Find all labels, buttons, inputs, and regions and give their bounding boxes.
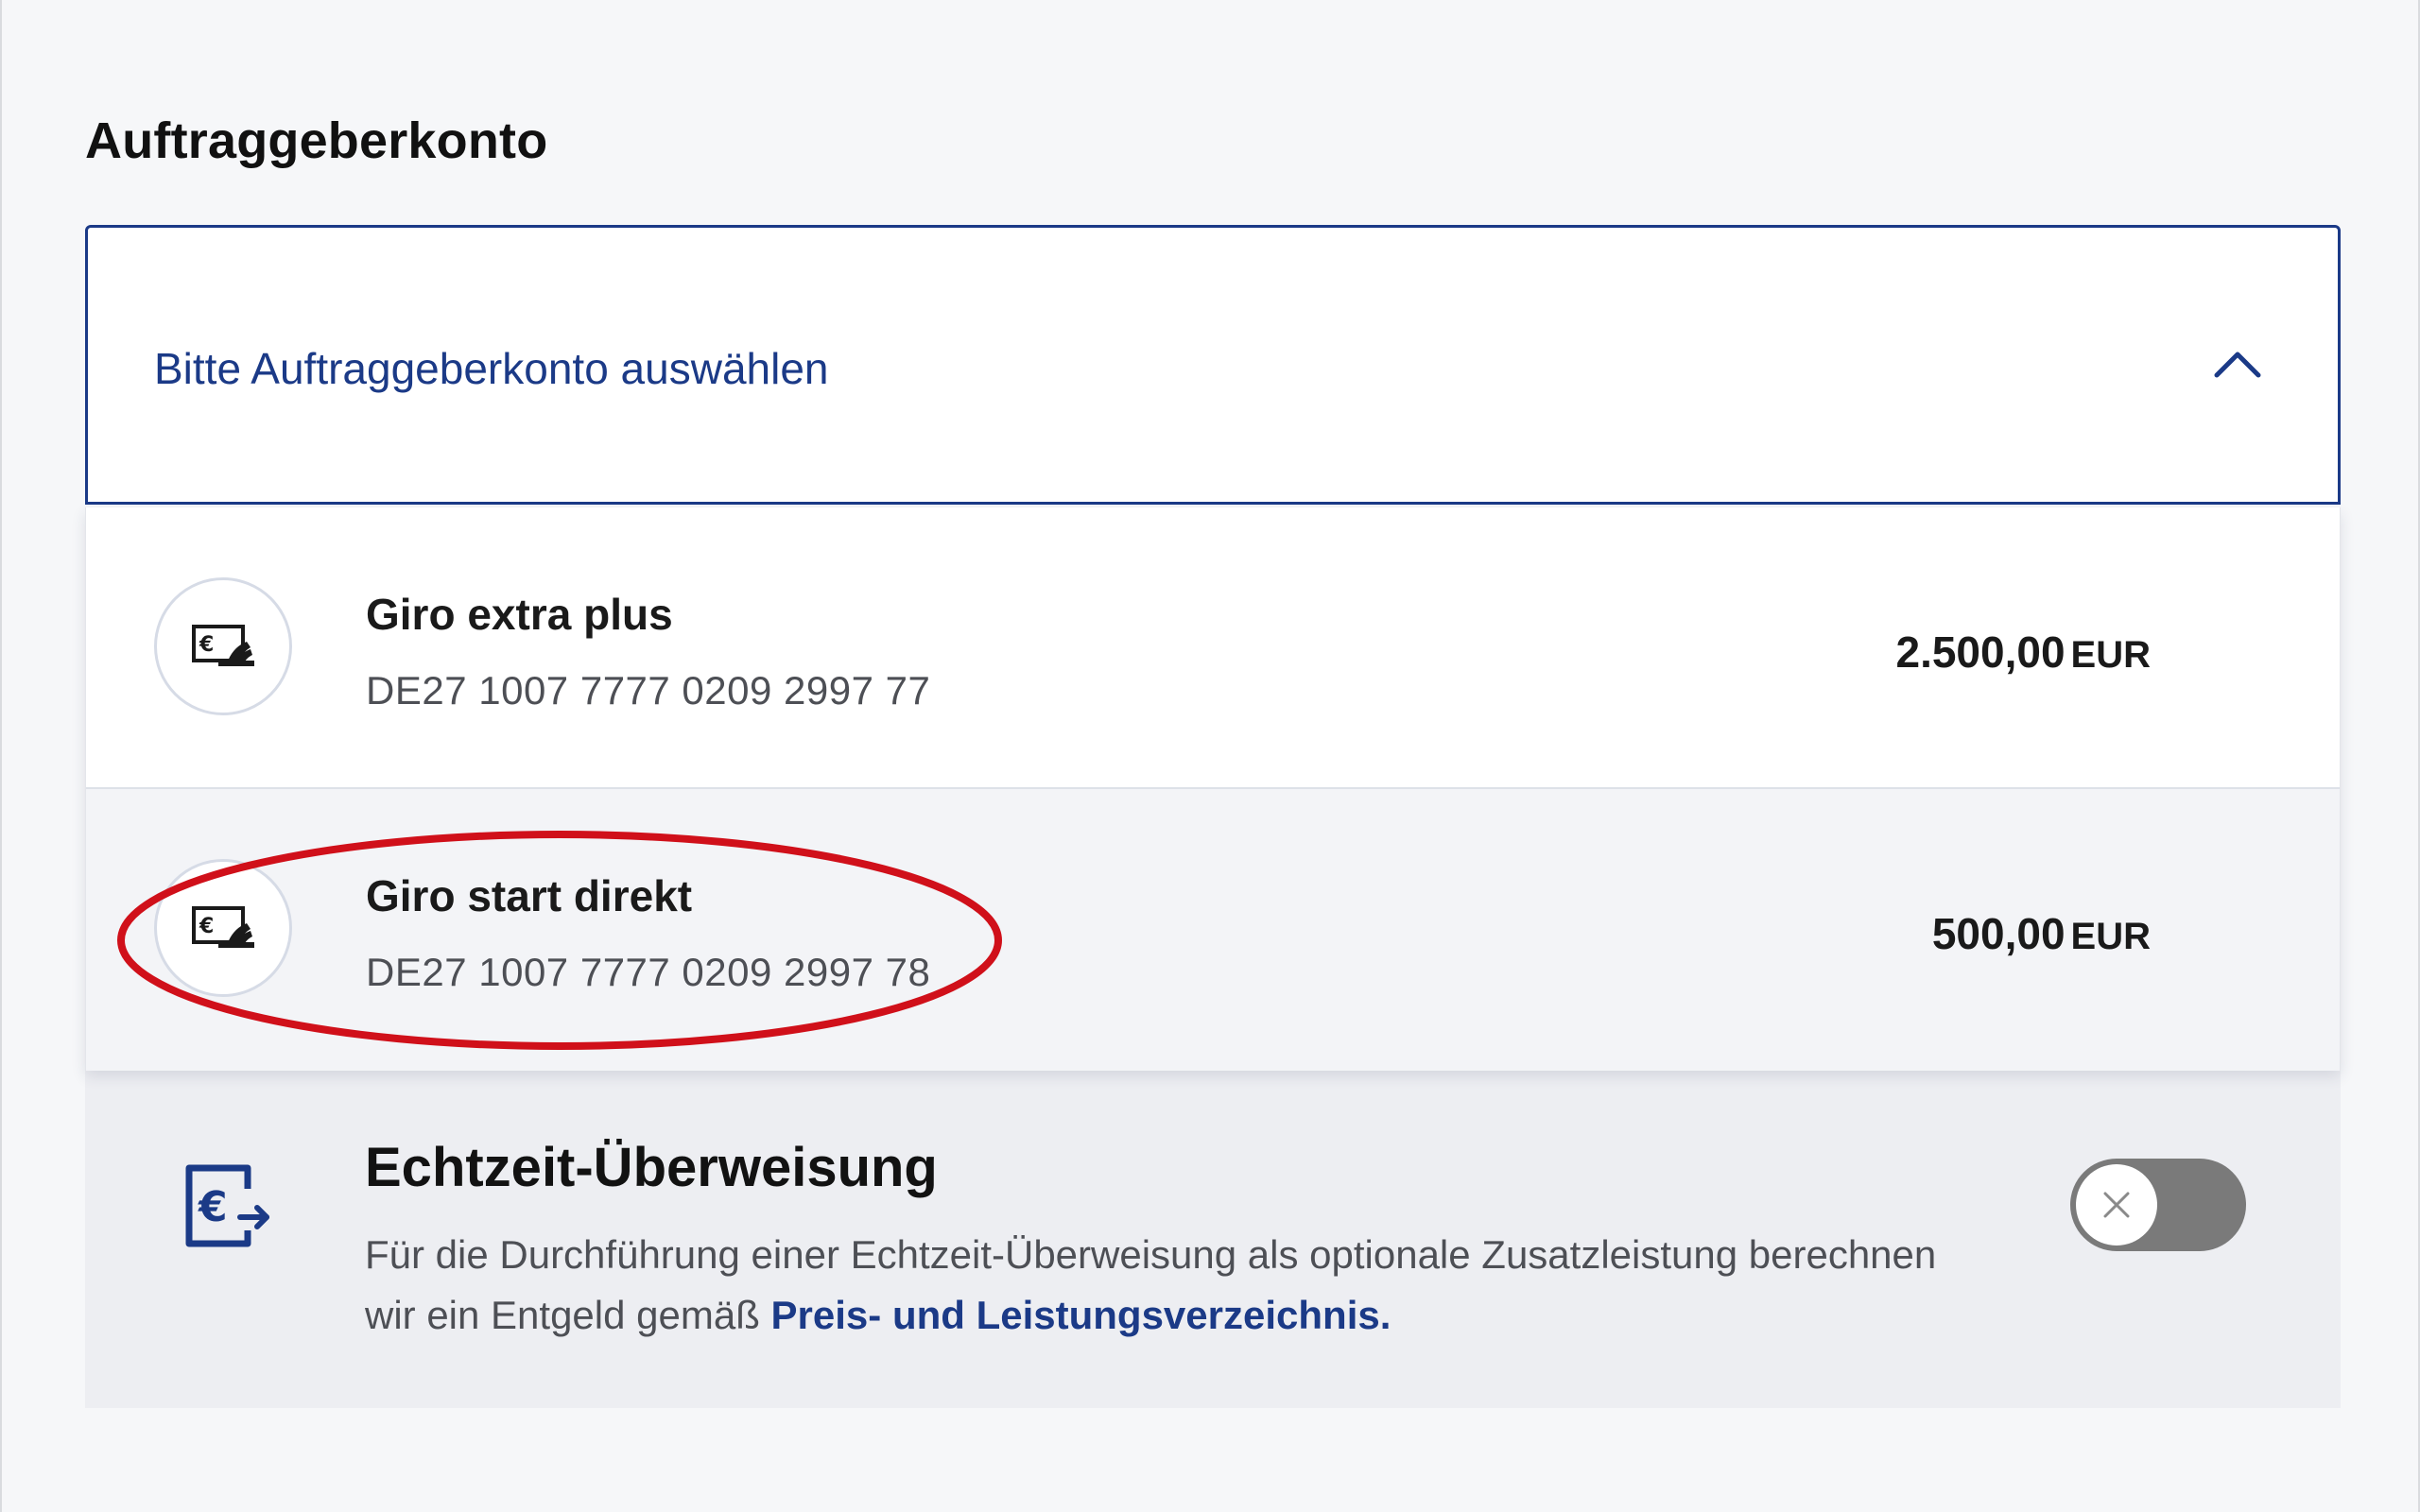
section-title: Auftraggeberkonto: [85, 112, 548, 169]
page: Auftraggeberkonto Bitte Auftraggeberkont…: [0, 0, 2420, 1512]
account-balance: 2.500,00 EUR: [1895, 627, 2151, 678]
account-option[interactable]: € Giro start direkt DE27 1007 7777 0209 …: [86, 789, 2340, 1071]
account-dropdown-placeholder: Bitte Auftraggeberkonto auswählen: [154, 344, 829, 393]
account-option[interactable]: € Giro extra plus DE27 1007 7777 0209 29…: [86, 507, 2340, 789]
price-list-link[interactable]: Preis- und Leistungsverzeichnis.: [771, 1293, 1392, 1337]
close-icon: [2103, 1192, 2130, 1218]
account-name: Giro start direkt: [366, 871, 693, 920]
euro-transfer-icon: €: [185, 1164, 269, 1247]
svg-text:€: €: [198, 1183, 228, 1231]
echtzeit-card: [85, 1021, 2341, 1408]
svg-text:€: €: [199, 915, 214, 938]
echtzeit-description: Für die Durchführung einer Echtzeit-Über…: [365, 1225, 1972, 1346]
account-iban: DE27 1007 7777 0209 2997 77: [366, 668, 931, 713]
account-name: Giro extra plus: [366, 590, 673, 639]
account-balance-currency: EUR: [2070, 634, 2151, 676]
toggle-knob: [2076, 1164, 2157, 1246]
account-options-list: € Giro extra plus DE27 1007 7777 0209 29…: [85, 507, 2341, 1071]
wallet-euro-icon: €: [154, 859, 292, 997]
echtzeit-title: Echtzeit-Überweisung: [365, 1137, 938, 1198]
chevron-up-icon[interactable]: [2211, 337, 2264, 390]
account-balance-value: 500,00: [1931, 909, 2066, 958]
svg-text:€: €: [199, 633, 214, 657]
account-iban: DE27 1007 7777 0209 2997 78: [366, 950, 931, 994]
account-balance-value: 2.500,00: [1895, 627, 2066, 677]
account-balance: 500,00 EUR: [1932, 908, 2151, 959]
account-dropdown[interactable]: Bitte Auftraggeberkonto auswählen: [85, 225, 2341, 505]
account-balance-currency: EUR: [2070, 916, 2151, 957]
wallet-euro-icon: €: [154, 577, 292, 715]
echtzeit-toggle[interactable]: [2070, 1159, 2246, 1251]
